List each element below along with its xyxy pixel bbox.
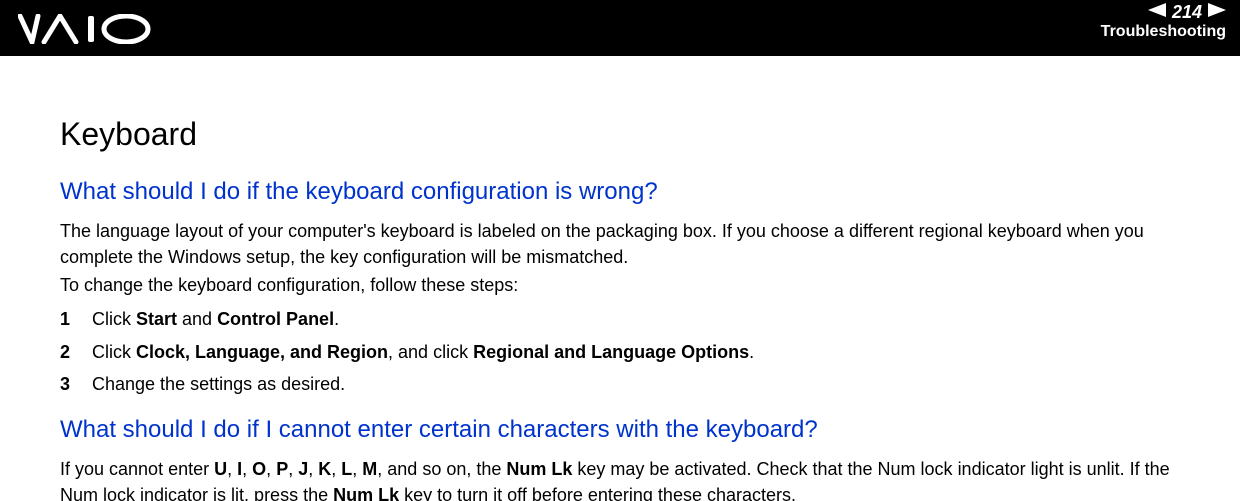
page-title: Keyboard — [60, 111, 1180, 157]
page-number: 214 — [1172, 2, 1202, 23]
q1-steps: Click Start and Control Panel. Click Clo… — [60, 306, 1180, 396]
step-1: Click Start and Control Panel. — [60, 306, 1180, 332]
page-nav-block: 214 Troubleshooting — [1101, 2, 1226, 41]
section-name: Troubleshooting — [1101, 23, 1226, 41]
q1-paragraph-2: To change the keyboard configuration, fo… — [60, 272, 1180, 298]
vaio-logo — [18, 14, 158, 49]
header-bar: 214 Troubleshooting — [0, 0, 1240, 56]
nav-prev-icon[interactable] — [1148, 3, 1166, 22]
content-area: Keyboard What should I do if the keyboar… — [0, 56, 1240, 501]
step-2: Click Clock, Language, and Region, and c… — [60, 339, 1180, 365]
q2-paragraph: If you cannot enter U, I, O, P, J, K, L,… — [60, 456, 1180, 501]
question-1-heading: What should I do if the keyboard configu… — [60, 175, 1180, 210]
q1-paragraph-1: The language layout of your computer's k… — [60, 218, 1180, 270]
step-3: Change the settings as desired. — [60, 371, 1180, 397]
nav-next-icon[interactable] — [1208, 3, 1226, 22]
question-2-heading: What should I do if I cannot enter certa… — [60, 413, 1180, 448]
